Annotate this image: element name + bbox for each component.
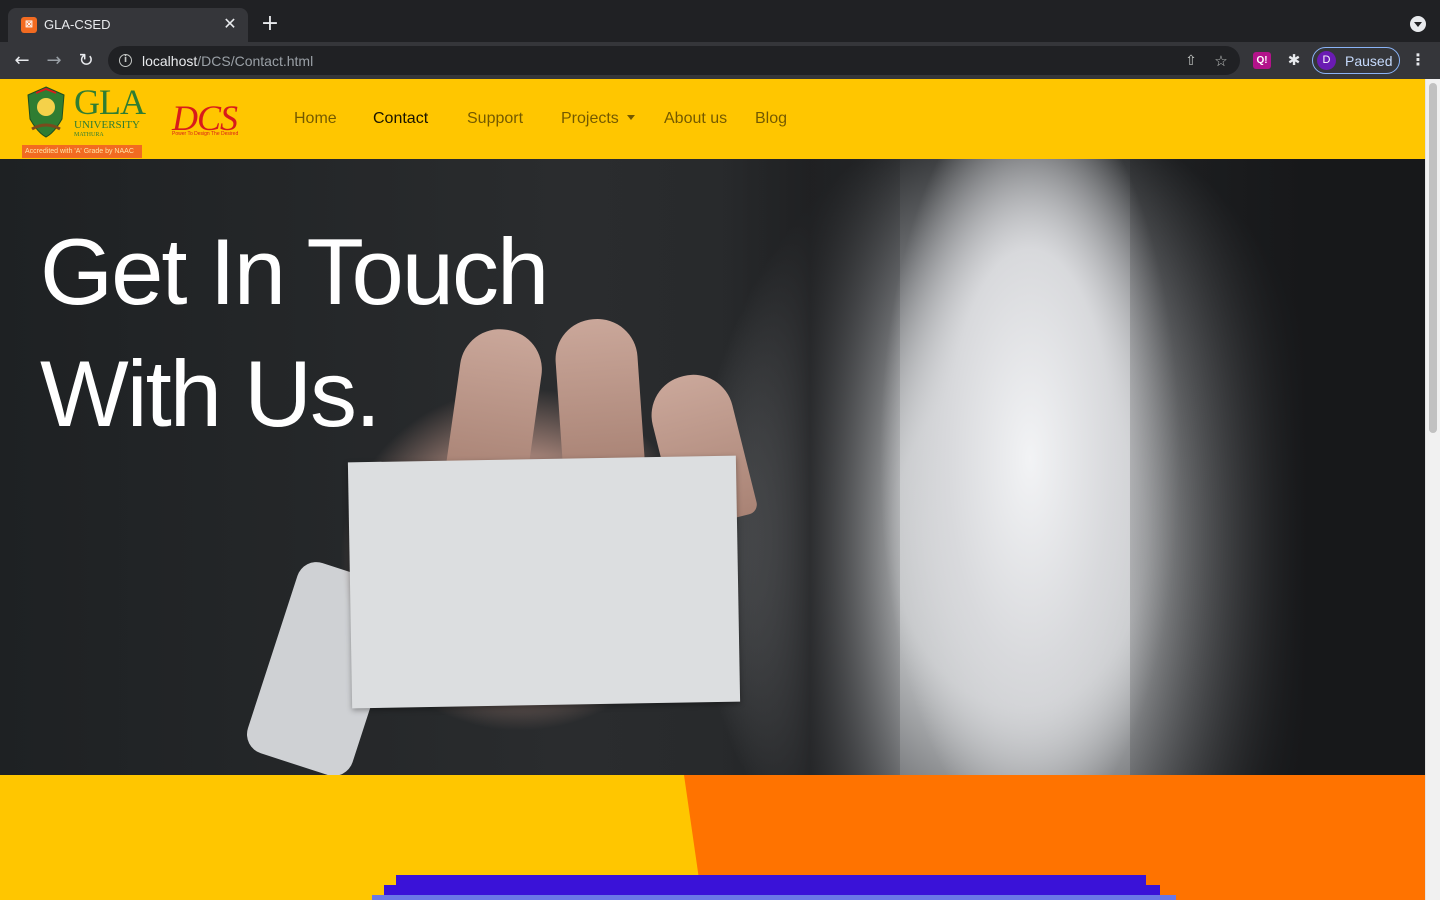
site-info-icon[interactable]: i (119, 54, 132, 67)
close-icon[interactable]: ✕ (220, 14, 240, 34)
nav-link-home[interactable]: Home (294, 110, 337, 128)
nav-link-blog[interactable]: Blog (755, 110, 787, 128)
scrollbar-thumb[interactable] (1429, 83, 1437, 433)
extensions-puzzle-icon[interactable]: ✱ (1284, 50, 1304, 70)
hero-photo-suit-right (1130, 159, 1425, 775)
reload-icon[interactable]: ↻ (72, 47, 100, 75)
kebab-menu-icon[interactable]: ⋮ (1408, 50, 1428, 70)
bookmark-star-icon[interactable]: ☆ (1212, 52, 1230, 70)
tab-title: GLA-CSED (44, 17, 111, 32)
hero-title: Get In Touch With Us. (40, 211, 740, 455)
hero-title-line-1: Get In Touch (40, 219, 549, 324)
hero-banner: Get In Touch With Us. (0, 159, 1425, 775)
site-navbar: GLA UNIVERSITY MATHURA Accredited with '… (0, 79, 1425, 159)
url-text[interactable]: localhost/DCS/Contact.html (142, 53, 313, 69)
back-icon[interactable]: ← (8, 47, 36, 75)
contact-card-stack-layer (372, 895, 1176, 900)
gla-logo-sub: UNIVERSITY (74, 119, 140, 131)
page-viewport: GLA UNIVERSITY MATHURA Accredited with '… (0, 79, 1440, 900)
url-path: /DCS/Contact.html (197, 53, 314, 69)
share-icon[interactable]: ⇧ (1182, 52, 1200, 70)
caret-down-icon (626, 115, 635, 120)
page-scrollbar[interactable] (1425, 79, 1440, 900)
gla-logo-city: MATHURA (74, 132, 104, 138)
tab-search-icon[interactable] (1410, 16, 1426, 32)
xampp-icon: ⊠ (21, 17, 37, 33)
hero-title-line-2: With Us. (40, 341, 381, 446)
browser-tab[interactable]: ⊠ GLA-CSED ✕ (8, 8, 248, 42)
browser-toolbar: ← → ↻ i localhost/DCS/Contact.html ⇧ ☆ Q… (0, 42, 1440, 79)
gla-emblem-icon (27, 86, 65, 138)
nav-projects-label: Projects (561, 110, 619, 127)
dcs-logo-tagline: Power To Design The Desired (172, 131, 239, 137)
address-bar[interactable]: i localhost/DCS/Contact.html ⇧ ☆ (108, 46, 1240, 75)
nav-link-contact[interactable]: Contact (373, 110, 428, 128)
contact-section (0, 775, 1425, 900)
gla-logo-name: GLA (74, 82, 146, 122)
profile-button[interactable]: D Paused (1312, 47, 1400, 74)
new-tab-button[interactable]: + (258, 12, 282, 36)
dcs-logo[interactable]: DCS Power To Design The Desired (170, 97, 242, 141)
extension-icon[interactable]: Q! (1253, 52, 1271, 69)
naac-accreditation-banner: Accredited with 'A' Grade by NAAC (22, 145, 142, 158)
profile-status-label: Paused (1345, 53, 1393, 69)
avatar: D (1317, 51, 1336, 70)
browser-tab-strip: ⊠ GLA-CSED ✕ + (0, 0, 1440, 42)
nav-dropdown-projects[interactable]: Projects (561, 110, 635, 128)
nav-link-about-us[interactable]: About us (664, 110, 727, 128)
nav-link-support[interactable]: Support (467, 110, 523, 128)
gla-university-logo[interactable]: GLA UNIVERSITY MATHURA Accredited with '… (22, 81, 146, 158)
url-host: localhost (142, 53, 198, 69)
hero-photo-business-card (347, 455, 741, 709)
forward-icon[interactable]: → (40, 47, 68, 75)
